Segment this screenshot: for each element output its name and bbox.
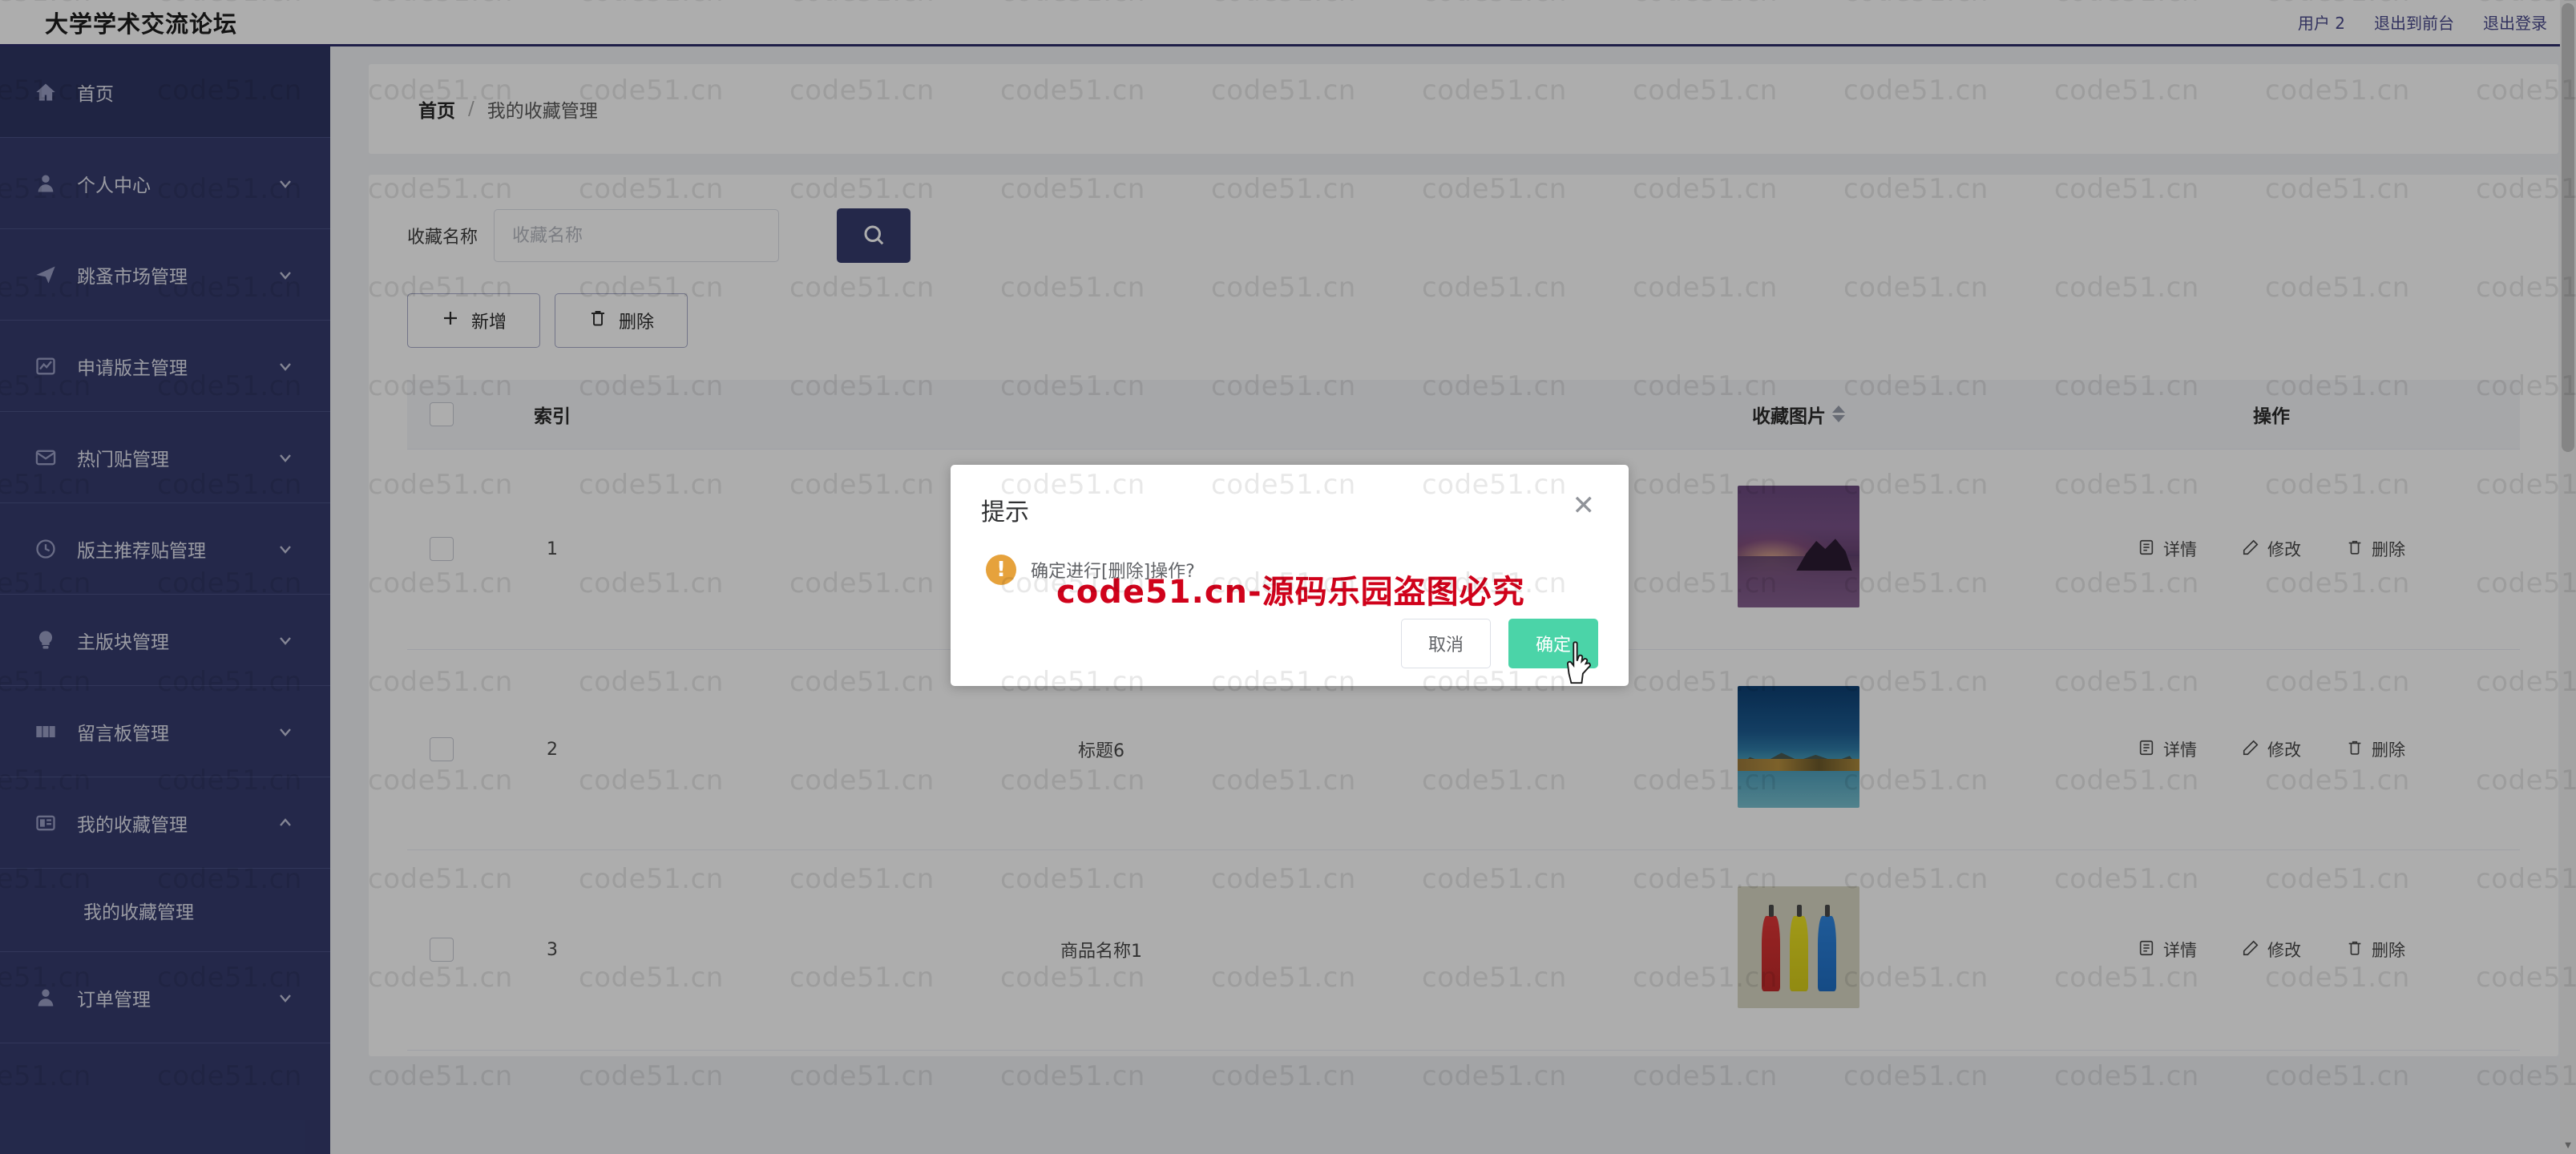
confirm-button[interactable]: 确定 — [1508, 619, 1598, 668]
cancel-button[interactable]: 取消 — [1401, 619, 1491, 668]
dialog-footer: 取消 确定 — [981, 619, 1598, 668]
dialog-message: 确定进行[删除]操作? — [1031, 562, 1195, 582]
close-icon[interactable]: ✕ — [1569, 492, 1599, 519]
confirm-dialog: 提示 ✕ ! 确定进行[删除]操作? 取消 确定 — [951, 465, 1629, 686]
dialog-title: 提示 — [981, 498, 1029, 527]
dialog-header: 提示 ✕ — [981, 492, 1598, 527]
warning-icon: ! — [986, 555, 1016, 585]
dialog-body: ! 确定进行[删除]操作? — [981, 555, 1598, 585]
